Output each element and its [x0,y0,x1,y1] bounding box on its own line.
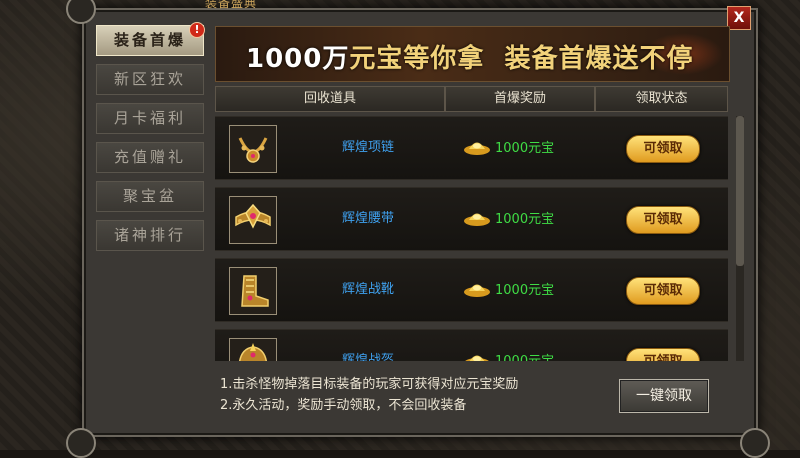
column-header-status: 领取状态 [595,86,728,112]
item-name: 辉煌战盔 [341,353,394,361]
reward-cell: 1000元宝 [463,350,554,361]
rules-notes: 1.击杀怪物掉落目标装备的玩家可获得对应元宝奖励 2.永久活动，奖励手动领取，不… [220,374,518,416]
reward-amount: 1000元宝 [495,350,554,361]
table-row: 辉煌项链 1000元宝 可领取 [215,116,728,180]
table-row: 辉煌战盔 1000元宝 可领取 [215,329,728,361]
belt-icon [235,203,271,229]
column-header-item: 回收道具 [215,86,445,112]
gold-ingot-icon [464,284,490,297]
sidebar-item-recharge-gift[interactable]: 充值赠礼 [96,142,204,173]
table-row: 辉煌腰带 1000元宝 可领取 [215,187,728,251]
promo-banner: 1000万元宝等你拿 装备首爆送不停 [215,26,730,82]
item-slot[interactable] [229,196,277,244]
claim-button[interactable]: 可领取 [626,135,700,163]
sidebar-item-label: 诸神排行 [113,226,186,244]
rule-line-2: 2.永久活动，奖励手动领取，不会回收装备 [220,398,467,413]
claim-all-button[interactable]: 一键领取 [619,379,709,413]
claim-button[interactable]: 可领取 [626,206,700,234]
banner-headline: 1000万元宝等你拿 装备首爆送不停 [246,38,694,75]
sidebar-item-ranking[interactable]: 诸神排行 [96,220,204,251]
scroll-thumb[interactable] [736,116,744,266]
sidebar-item-treasure-bowl[interactable]: 聚宝盆 [96,181,204,212]
item-name: 辉煌腰带 [341,211,394,226]
sidebar-item-label: 装备首爆 [113,31,186,49]
item-slot[interactable] [229,125,277,173]
sidebar-item-label: 聚宝盆 [122,187,177,205]
frame-ornament-bottom-left [66,428,96,458]
reward-cell: 1000元宝 [463,279,554,298]
sidebar-item-label: 新区狂欢 [113,70,186,88]
reward-cell: 1000元宝 [463,208,554,227]
sidebar-item-label: 月卡福利 [113,109,186,127]
table-row: 辉煌战靴 1000元宝 可领取 [215,258,728,322]
sidebar-item-equipment-first-drop[interactable]: 装备首爆 ! [96,22,205,56]
item-slot[interactable] [229,267,277,315]
item-name: 辉煌项链 [341,140,394,155]
item-name: 辉煌战靴 [341,282,394,297]
gold-ingot-icon [464,142,490,155]
claim-button[interactable]: 可领取 [626,348,700,361]
sidebar-item-monthly-card[interactable]: 月卡福利 [96,103,204,134]
rule-line-1: 1.击杀怪物掉落目标装备的玩家可获得对应元宝奖励 [220,377,519,392]
close-button[interactable]: X [727,6,751,30]
sidebar-item-new-server-carnival[interactable]: 新区狂欢 [96,64,204,95]
gold-ingot-icon [464,355,490,361]
reward-amount: 1000元宝 [495,141,555,156]
banner-slogan: 装备首爆送不停 [504,44,694,74]
boots-icon [241,275,269,307]
banner-subtitle: 元宝等你拿 [349,44,485,74]
table-header: 回收道具 首爆奖励 领取状态 [215,86,728,112]
necklace-icon [238,137,268,163]
gold-ingot-icon [464,213,490,226]
list-scrollbar[interactable] [736,116,744,361]
window-title: 装备盛典 [205,0,258,10]
reward-cell: 1000元宝 [463,137,554,156]
reward-list: 辉煌项链 1000元宝 可领取 辉煌腰带 1000元宝 可领取 辉煌战靴 100… [215,116,728,361]
banner-amount: 1000万 [246,44,350,74]
sidebar-item-label: 充值赠礼 [113,148,186,166]
item-slot[interactable] [229,338,277,361]
sidebar: 装备首爆 ! 新区狂欢 月卡福利 充值赠礼 聚宝盆 诸神排行 [96,22,205,259]
reward-amount: 1000元宝 [495,212,555,227]
notification-badge: ! [189,22,205,38]
helmet-icon [238,343,268,361]
reward-amount: 1000元宝 [495,283,555,298]
claim-button[interactable]: 可领取 [626,277,700,305]
column-header-reward: 首爆奖励 [445,86,595,112]
frame-ornament-bottom-right [740,428,770,458]
